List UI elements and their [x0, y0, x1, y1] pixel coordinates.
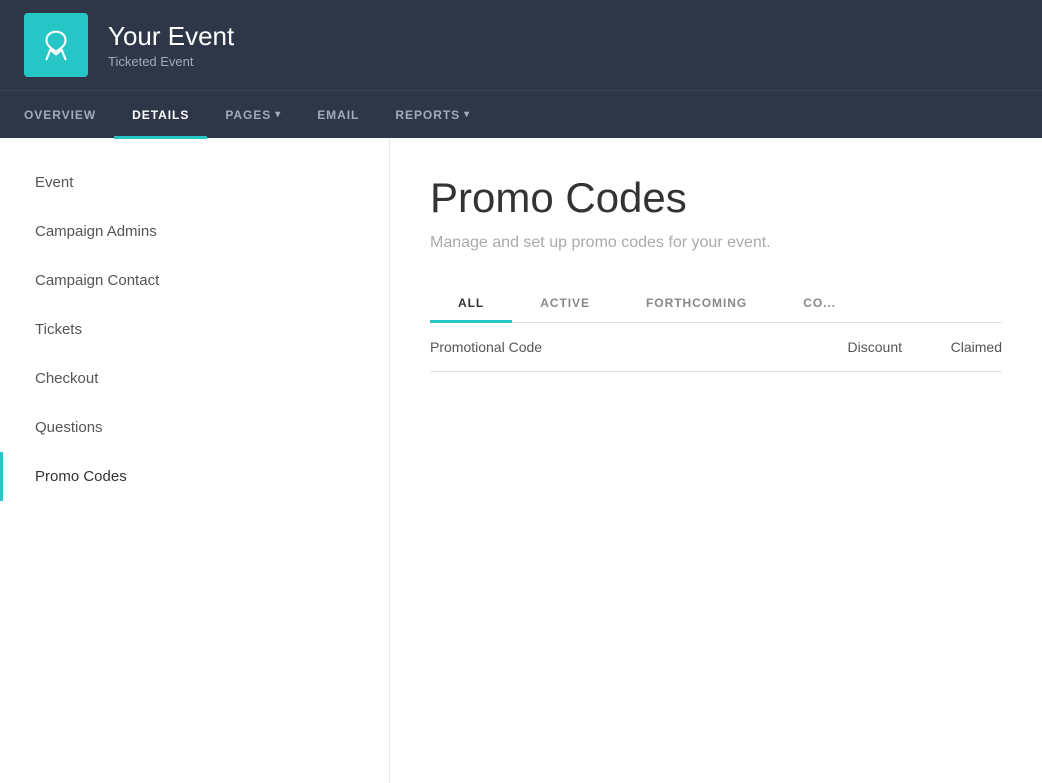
main-content: Promo Codes Manage and set up promo code… [390, 138, 1042, 783]
main-nav: OVERVIEW DETAILS PAGES ▾ EMAIL REPORTS ▾ [0, 90, 1042, 138]
sidebar-item-campaign-contact[interactable]: Campaign Contact [0, 256, 389, 305]
nav-email[interactable]: EMAIL [299, 91, 377, 139]
page-title: Promo Codes [430, 174, 1002, 222]
nav-details[interactable]: DETAILS [114, 91, 207, 139]
tab-all[interactable]: ALL [430, 284, 512, 322]
reports-chevron-icon: ▾ [464, 109, 470, 120]
header-text: Your Event Ticketed Event [108, 21, 234, 69]
table-header-row: Promotional Code Discount Claimed [430, 323, 1002, 372]
promo-tabs: ALL ACTIVE FORTHCOMING CO... [430, 284, 1002, 323]
event-title: Your Event [108, 21, 234, 52]
event-logo [24, 13, 88, 77]
sidebar-item-checkout[interactable]: Checkout [0, 354, 389, 403]
nav-reports[interactable]: REPORTS ▾ [377, 91, 488, 139]
tab-active[interactable]: ACTIVE [512, 284, 618, 322]
col-header-promotional-code: Promotional Code [430, 339, 802, 355]
tab-completed[interactable]: CO... [775, 284, 864, 322]
sidebar-item-event[interactable]: Event [0, 158, 389, 207]
sidebar-item-questions[interactable]: Questions [0, 403, 389, 452]
page-subtitle: Manage and set up promo codes for your e… [430, 234, 1002, 252]
sidebar-item-promo-codes[interactable]: Promo Codes [0, 452, 389, 501]
content-wrapper: Event Campaign Admins Campaign Contact T… [0, 138, 1042, 783]
sidebar: Event Campaign Admins Campaign Contact T… [0, 138, 390, 783]
col-header-claimed: Claimed [902, 339, 1002, 355]
event-subtitle: Ticketed Event [108, 54, 234, 69]
nav-pages[interactable]: PAGES ▾ [207, 91, 299, 139]
ribbon-icon [37, 26, 75, 64]
app-header: Your Event Ticketed Event [0, 0, 1042, 90]
col-header-discount: Discount [802, 339, 902, 355]
pages-chevron-icon: ▾ [275, 109, 281, 120]
sidebar-item-tickets[interactable]: Tickets [0, 305, 389, 354]
sidebar-item-campaign-admins[interactable]: Campaign Admins [0, 207, 389, 256]
promo-table: Promotional Code Discount Claimed [430, 323, 1002, 372]
nav-overview[interactable]: OVERVIEW [24, 91, 114, 139]
tab-forthcoming[interactable]: FORTHCOMING [618, 284, 775, 322]
